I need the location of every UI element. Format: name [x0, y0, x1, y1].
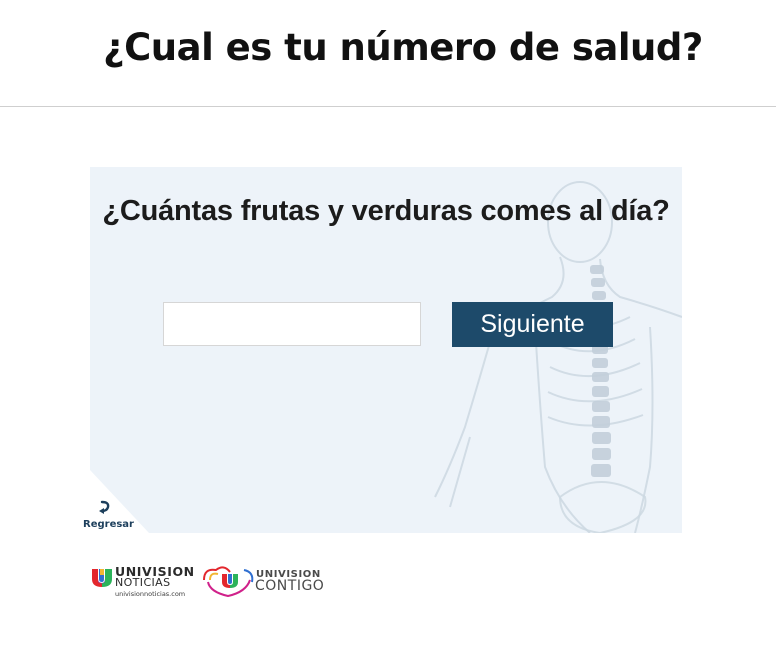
page-title: ¿Cual es tu número de salud?: [103, 26, 703, 69]
brand-url: univisionnoticias.com: [115, 590, 186, 598]
back-arrow-icon: [99, 500, 110, 514]
question-text: ¿Cuántas frutas y verduras comes al día?: [102, 195, 670, 227]
univision-contigo-logo: UNIVISION CONTIGO: [200, 562, 330, 600]
univision-noticias-logo: UNIVISION NOTICIAS univisionnoticias.com: [90, 564, 200, 600]
back-button[interactable]: Regresar: [75, 470, 149, 533]
answer-input[interactable]: [163, 302, 421, 346]
next-button[interactable]: Siguiente: [452, 302, 613, 347]
header-divider: [0, 106, 776, 107]
brand-sub: NOTICIAS: [115, 576, 171, 589]
univision-logo-icon: [92, 569, 112, 587]
footer-logos: UNIVISION NOTICIAS univisionnoticias.com…: [90, 560, 350, 602]
contigo-brand-sub: CONTIGO: [255, 578, 325, 594]
quiz-panel: ¿Cuántas frutas y verduras comes al día?…: [90, 167, 682, 533]
heart-swirl-icon: [203, 566, 254, 598]
back-label: Regresar: [83, 519, 134, 530]
